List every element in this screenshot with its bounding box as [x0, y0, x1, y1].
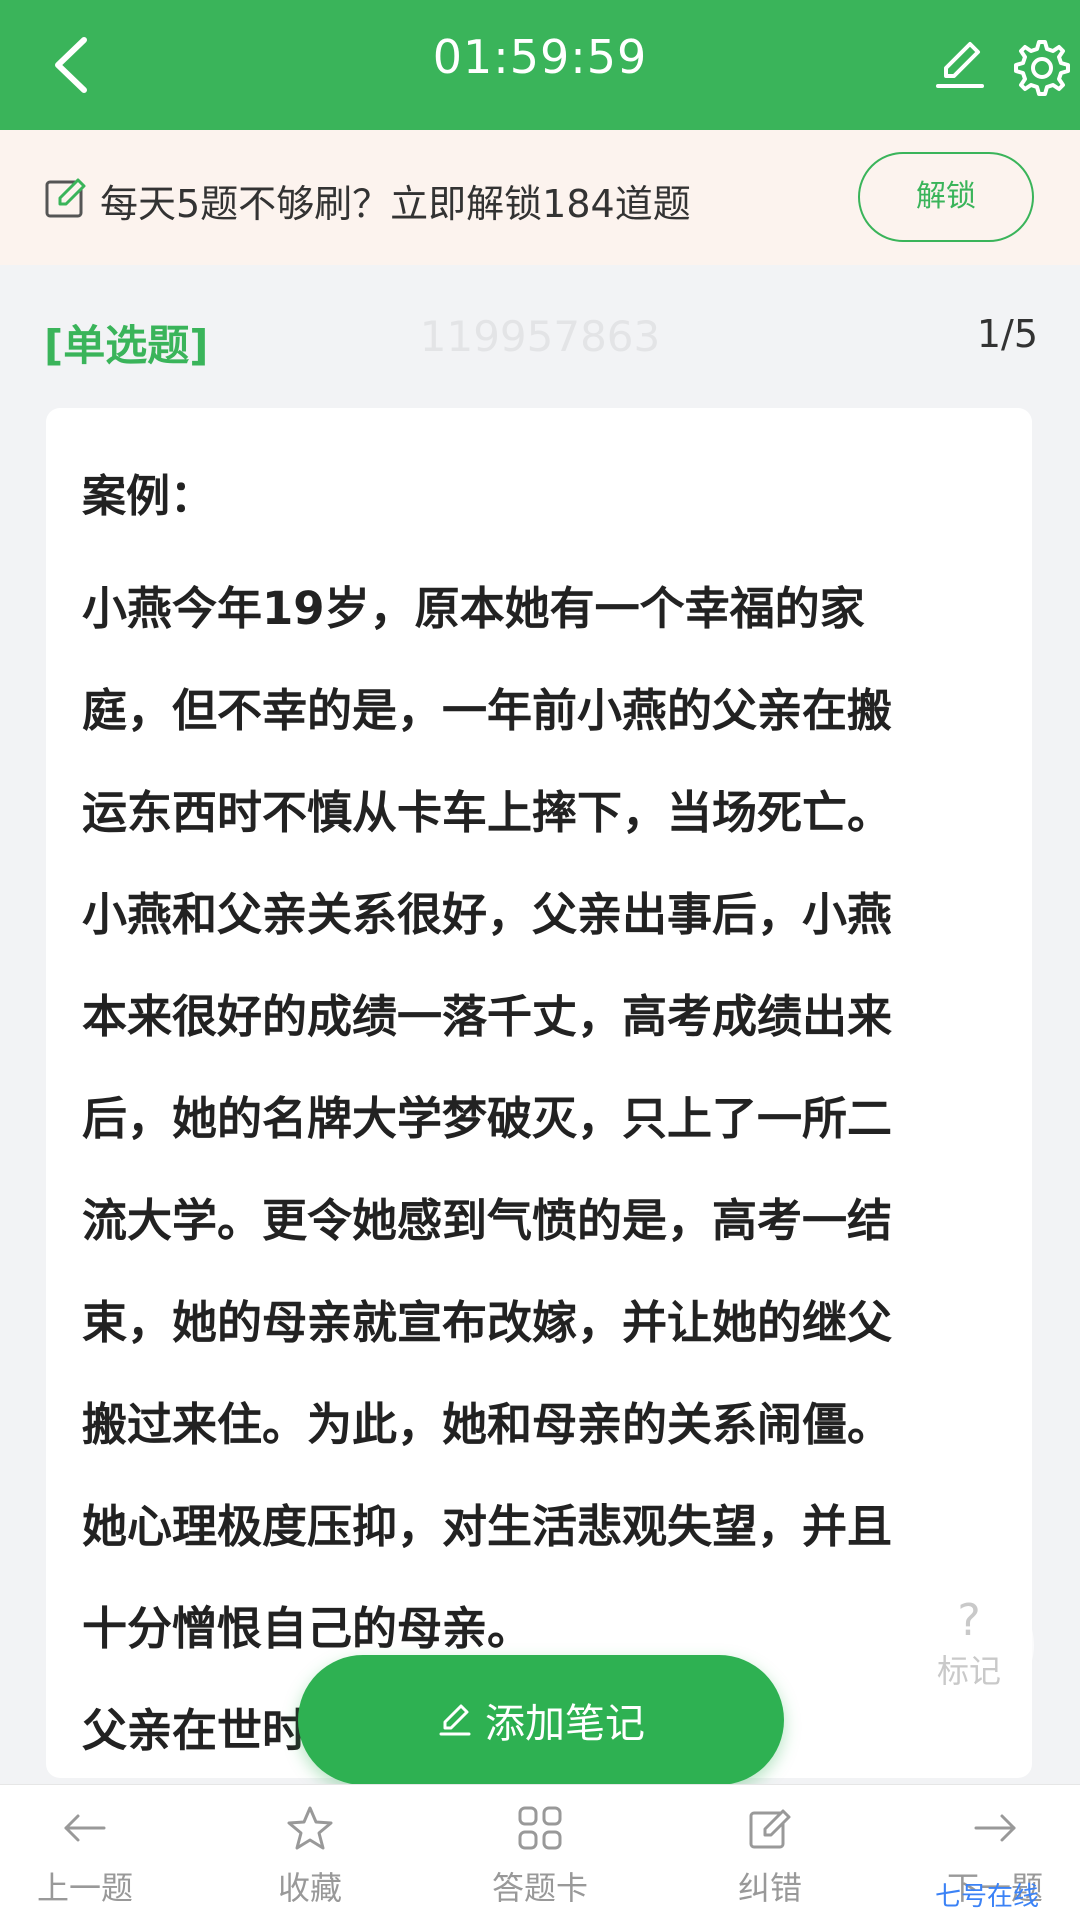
question-text: 小燕今年19岁，原本她有一个幸福的家 庭，但不幸的是，一年前小燕的父亲在搬 运东… [82, 558, 1012, 1778]
favorite-button[interactable]: 收藏 [225, 1803, 395, 1909]
question-header: [单选题] 119957863 1/5 [0, 300, 1080, 380]
add-note-label: 添加笔记 [485, 1701, 645, 1747]
star-icon [287, 1806, 333, 1850]
note-edit-icon [45, 178, 86, 218]
unlock-banner: 每天5题不够刷？立即解锁184道题 解锁 [0, 130, 1080, 265]
question-line: 小燕今年19岁，原本她有一个幸福的家 [82, 582, 865, 635]
question-pager: 1/5 [976, 312, 1038, 356]
unlock-button[interactable]: 解锁 [858, 152, 1034, 242]
report-error-button[interactable]: 纠错 [685, 1803, 855, 1909]
add-note-button[interactable]: 添加笔记 [298, 1655, 784, 1785]
banner-text: 每天5题不够刷？立即解锁184道题 [100, 182, 691, 226]
mark-button[interactable]: ? 标记 [904, 1580, 1034, 1710]
grid-icon [518, 1806, 562, 1850]
bottom-nav: 上一题 收藏 答题卡 纠错 下一题 [0, 1784, 1080, 1921]
answer-card-label: 答题卡 [491, 1869, 588, 1907]
answer-card-button[interactable]: 答题卡 [455, 1803, 625, 1909]
edit-icon [749, 1809, 791, 1849]
question-line: 本来很好的成绩一落千丈，高考成绩出来 [82, 990, 893, 1043]
settings-gear-icon[interactable] [1010, 36, 1070, 96]
arrow-left-icon [64, 1814, 106, 1842]
arrow-right-icon [974, 1814, 1016, 1842]
favorite-label: 收藏 [277, 1869, 342, 1907]
edit-pen-icon[interactable] [932, 36, 988, 92]
pen-icon [439, 1704, 471, 1736]
report-error-label: 纠错 [737, 1869, 802, 1907]
top-app-bar: 01:59:59 [0, 0, 1080, 130]
watermark: 七号在线 [935, 1882, 1040, 1912]
question-line: 小燕和父亲关系很好，父亲出事后，小燕 [82, 888, 893, 941]
question-line: 搬过来住。为此，她和母亲的关系闹僵。 [82, 1398, 893, 1451]
question-id: 119957863 [419, 312, 661, 361]
question-card: 案例： 小燕今年19岁，原本她有一个幸福的家 庭，但不幸的是，一年前小燕的父亲在… [46, 408, 1032, 1778]
question-line: 运东西时不慎从卡车上摔下，当场死亡。 [82, 786, 893, 839]
question-line: 她心理极度压抑，对生活悲观失望，并且 [82, 1500, 893, 1553]
timer: 01:59:59 [432, 30, 648, 84]
question-line: 束，她的母亲就宣布改嫁，并让她的继父 [82, 1296, 893, 1349]
question-mark-icon: ? [957, 1595, 981, 1646]
question-line: 庭，但不幸的是，一年前小燕的父亲在搬 [82, 684, 893, 737]
mark-label: 标记 [936, 1652, 1001, 1690]
question-line: 后，她的名牌大学梦破灭，只上了一所二 [82, 1092, 893, 1145]
case-label: 案例： [82, 471, 214, 522]
question-line: 流大学。更令她感到气愤的是，高考一结 [82, 1194, 893, 1247]
prev-question-button[interactable]: 上一题 [0, 1803, 170, 1909]
prev-question-label: 上一题 [36, 1869, 133, 1907]
